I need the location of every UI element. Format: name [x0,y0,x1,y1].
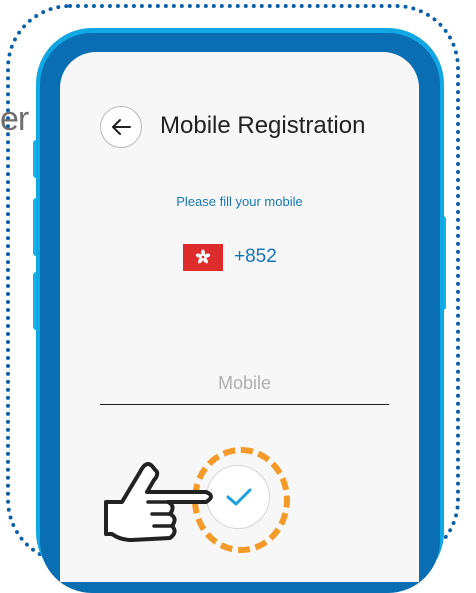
back-button[interactable] [100,106,142,148]
phone-screen: Mobile Registration Please fill your mob… [60,52,419,582]
arrow-left-icon [112,119,131,135]
mobile-input[interactable] [100,362,389,405]
checkmark-icon [226,488,252,506]
dial-code: +852 [234,246,277,267]
country-code-selector[interactable]: +852 [183,242,303,272]
background-text-fragment: er [0,100,29,138]
page-title: Mobile Registration [160,112,366,139]
hong-kong-flag-icon [183,244,223,271]
confirm-button[interactable] [206,465,270,529]
instruction-text: Please fill your mobile [176,194,303,209]
